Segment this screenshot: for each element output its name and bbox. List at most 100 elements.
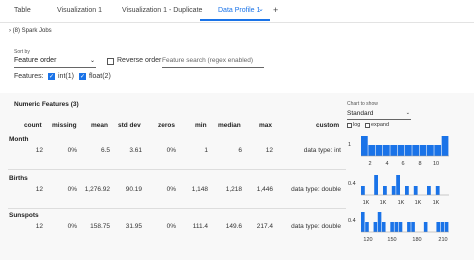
cell-min: 1: [204, 147, 208, 154]
histogram-bar: [434, 145, 442, 156]
histogram-bar: [390, 145, 398, 156]
histogram-bar: [427, 145, 434, 156]
cell-custom: data type: int: [303, 147, 341, 154]
histogram-bar: [405, 186, 409, 195]
histogram-bar: [436, 222, 441, 232]
tab-table[interactable]: Table: [14, 7, 31, 14]
feature-float-checkbox[interactable]: ✓: [79, 73, 86, 80]
histogram-bar: [374, 175, 378, 195]
col-header-median: median: [218, 122, 241, 129]
reverse-order-label: Reverse order: [117, 57, 162, 64]
histogram-bar: [368, 145, 376, 156]
cell-missing: 0%: [67, 186, 77, 193]
cell-median: 1,218: [225, 186, 242, 193]
cell-min: 1,148: [191, 186, 208, 193]
histogram-bar: [383, 145, 390, 156]
expand-checkbox[interactable]: [365, 123, 370, 128]
cell-custom: data type: double: [291, 223, 341, 230]
histogram-bar: [361, 186, 365, 195]
reverse-order-checkbox[interactable]: [107, 58, 114, 65]
histogram-bar: [444, 222, 449, 232]
histogram-chart: 0.4 120 150 180 210: [348, 212, 449, 243]
histogram-tick-label: 2: [368, 161, 371, 167]
histogram-bar: [361, 136, 368, 156]
col-header-count: count: [24, 122, 42, 129]
histogram-bar: [435, 186, 440, 195]
cell-median: 6: [238, 147, 242, 154]
tab-bar: Table Visualization 1 Visualization 1 - …: [0, 0, 474, 23]
feature-search-input[interactable]: Feature search (regex enabled): [162, 56, 264, 68]
active-tab-indicator: [200, 19, 270, 21]
histogram-bar: [405, 145, 412, 156]
histogram-tick-label: 6: [401, 161, 404, 167]
cell-mean: 158.75: [90, 223, 110, 230]
histogram-tick-label: 150: [387, 237, 396, 243]
chart-to-show-label: Chart to show: [347, 101, 378, 107]
histogram-bar: [419, 145, 427, 156]
histogram-tick-label: 120: [363, 237, 372, 243]
chevron-down-icon[interactable]: ⌄: [258, 5, 264, 13]
histogram-bar: [365, 222, 369, 232]
sort-by-select[interactable]: Feature order ⌄: [14, 56, 96, 68]
feature-name: Sunspots: [9, 212, 39, 219]
histogram-bar: [373, 222, 378, 232]
col-header-std-dev: std dev: [118, 122, 141, 129]
cell-count: 12: [35, 147, 43, 154]
histogram-bar: [440, 222, 445, 232]
cell-missing: 0%: [67, 223, 77, 230]
cell-zeros: 0%: [166, 186, 176, 193]
cell-max: 1,446: [256, 186, 273, 193]
histogram-tick-label: 1K: [415, 200, 422, 206]
feature-name: Births: [9, 175, 28, 182]
spark-jobs-toggle[interactable]: › (8) Spark Jobs: [9, 28, 52, 34]
histogram-bar: [412, 145, 420, 156]
cell-min: 111.4: [192, 223, 208, 230]
histogram-bar: [375, 145, 383, 156]
cell-std-dev: 31.95: [125, 223, 142, 230]
col-header-mean: mean: [91, 122, 108, 129]
histogram-bar: [390, 222, 394, 232]
feature-int-checkbox[interactable]: ✓: [48, 73, 55, 80]
log-checkbox[interactable]: [347, 123, 352, 128]
cell-std-dev: 3.61: [129, 147, 142, 154]
col-header-custom: custom: [316, 122, 340, 129]
cell-mean: 6.5: [100, 147, 110, 154]
row-divider: [8, 169, 346, 170]
chart-to-show-value: Standard: [347, 110, 374, 117]
feature-name: Month: [9, 136, 29, 143]
feature-float-label: float(2): [89, 73, 111, 80]
histogram-bar: [413, 186, 418, 195]
histogram-tick-label: 1K: [433, 200, 440, 206]
histogram-tick-label: 8: [418, 161, 421, 167]
row-divider: [8, 208, 346, 209]
histogram-tick-label: 180: [412, 237, 421, 243]
expand-label: expand: [371, 122, 390, 128]
cell-missing: 0%: [67, 147, 77, 154]
numeric-features-title: Numeric Features (3): [14, 101, 79, 108]
histogram-bar: [391, 186, 396, 195]
histogram-bar: [394, 222, 399, 232]
add-tab-button[interactable]: +: [273, 5, 278, 15]
histogram-bar: [381, 222, 386, 232]
cell-zeros: 0%: [166, 223, 176, 230]
cell-max: 12: [265, 147, 273, 154]
histogram-tick-label: 210: [438, 237, 447, 243]
tab-visualization-1[interactable]: Visualization 1: [57, 7, 102, 14]
histogram-tick-label: 10: [433, 161, 439, 167]
histogram-y-label: 1: [348, 142, 351, 148]
tab-visualization-1-duplicate[interactable]: Visualization 1 - Duplicate: [122, 7, 202, 14]
histogram-bar: [427, 186, 431, 195]
cell-std-dev: 90.19: [125, 186, 142, 193]
chart-to-show-select[interactable]: Standard ⌄: [347, 109, 411, 120]
col-header-missing: missing: [52, 122, 77, 129]
log-label: log: [353, 122, 361, 128]
histogram-bar: [423, 222, 428, 232]
cell-count: 12: [35, 186, 43, 193]
histogram-bar: [396, 175, 400, 195]
tab-data-profile-1[interactable]: Data Profile 1: [218, 7, 260, 14]
cell-max: 217.4: [256, 223, 273, 230]
feature-int-label: int(1): [58, 73, 74, 80]
histogram-bar: [441, 136, 449, 156]
cell-mean: 1,276.92: [84, 186, 110, 193]
chevron-down-icon: ⌄: [405, 110, 410, 116]
